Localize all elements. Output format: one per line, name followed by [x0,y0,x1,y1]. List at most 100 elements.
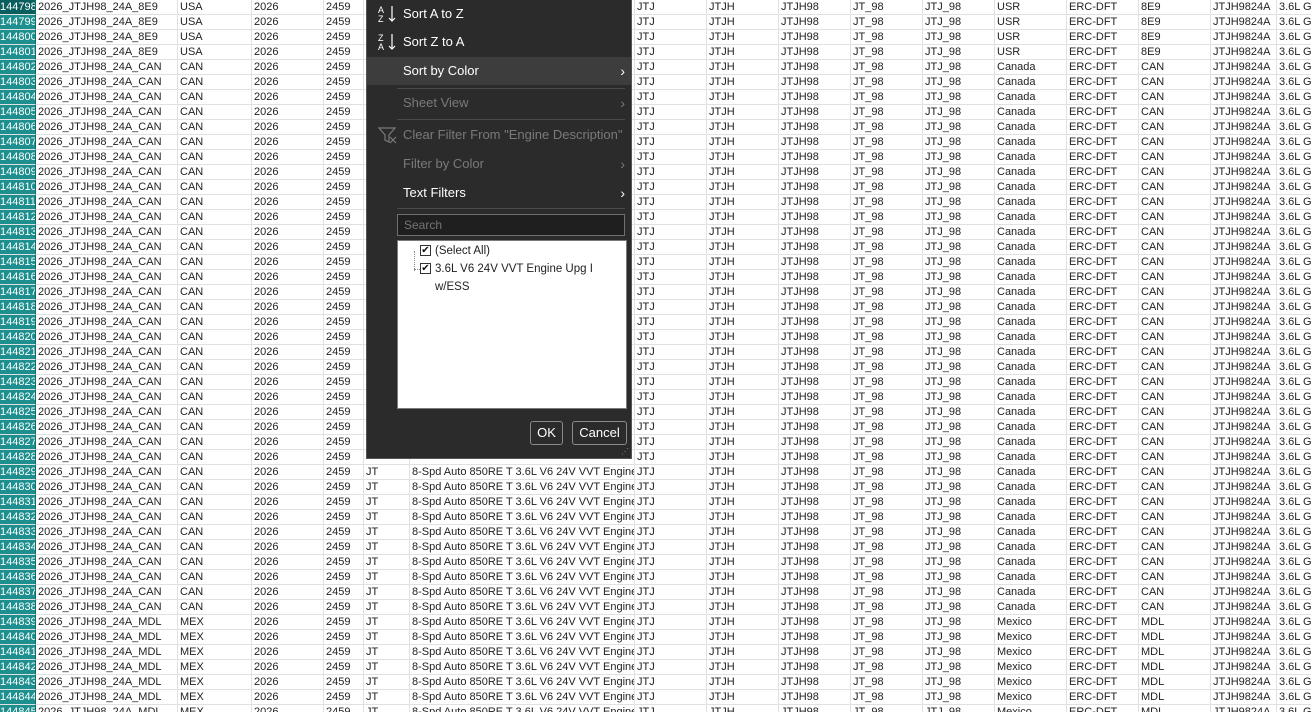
cell-erc[interactable]: ERC-DFT [1067,270,1139,285]
cell-jtj98[interactable]: JTJ_98 [923,120,995,135]
cell-region[interactable]: Canada [995,270,1067,285]
cell-country[interactable]: CAN [178,105,252,120]
sort-by-color-item[interactable]: Sort by Color › [367,57,631,85]
cell-engine-description[interactable]: 8-Spd Auto 850RE T 3.6L V6 24V VVT Engin… [410,600,635,615]
cell-country[interactable]: CAN [178,165,252,180]
cell-jtj98[interactable]: JTJ_98 [923,315,995,330]
cell-package-code[interactable]: 2026_JTJH98_24A_CAN [36,60,178,75]
cell-year[interactable]: 2026 [252,255,324,270]
cell-package-code[interactable]: 2026_JTJH98_24A_CAN [36,195,178,210]
select-all-item[interactable]: ✔ (Select All) [398,242,626,260]
cell-market[interactable]: CAN [1139,525,1211,540]
cell-year[interactable]: 2026 [252,30,324,45]
cell-jtjh[interactable]: JTJH [707,360,779,375]
cell-erc[interactable]: ERC-DFT [1067,300,1139,315]
cell-code[interactable]: 2459 [324,675,364,690]
cell-model[interactable]: JTJH9824A [1211,120,1277,135]
cell-jtjh[interactable]: JTJH [707,495,779,510]
cell-market[interactable]: CAN [1139,345,1211,360]
cell-package-code[interactable]: 2026_JTJH98_24A_MDL [36,645,178,660]
cell-jtjh98[interactable]: JTJH98 [779,45,851,60]
cell-country[interactable]: CAN [178,390,252,405]
cell-engine-description[interactable]: 8-Spd Auto 850RE T 3.6L V6 24V VVT Engin… [410,480,635,495]
cell-package-code[interactable]: 2026_JTJH98_24A_CAN [36,390,178,405]
cell-jtjh98[interactable]: JTJH98 [779,270,851,285]
cell-erc[interactable]: ERC-DFT [1067,75,1139,90]
cell-country[interactable]: CAN [178,255,252,270]
cell-code[interactable]: 2459 [324,15,364,30]
row-header[interactable]: 144803 [0,75,36,90]
cell-engine[interactable]: 3.6L G [1277,360,1311,375]
cell-jtjh98[interactable]: JTJH98 [779,585,851,600]
cell-jtj[interactable]: JTJ [635,330,707,345]
cell-year[interactable]: 2026 [252,270,324,285]
cell-jtjh98[interactable]: JTJH98 [779,450,851,465]
cell-code[interactable]: 2459 [324,165,364,180]
cell-jtj98[interactable]: JTJ_98 [923,330,995,345]
cell-region[interactable]: Canada [995,540,1067,555]
cell-engine[interactable]: 3.6L G [1277,600,1311,615]
cell-jtjh98[interactable]: JTJH98 [779,210,851,225]
cell-country[interactable]: USA [178,30,252,45]
table-row[interactable]: 144816 2026_JTJH98_24A_CAN CAN 2026 2459 JTJ J… [0,270,1311,285]
cell-model[interactable]: JTJH9824A [1211,210,1277,225]
filter-search-input[interactable] [397,214,625,236]
cell-code[interactable]: 2459 [324,150,364,165]
cell-jtjh98[interactable]: JTJH98 [779,555,851,570]
cell-region[interactable]: Mexico [995,690,1067,705]
cell-code[interactable]: 2459 [324,600,364,615]
row-header[interactable]: 144823 [0,375,36,390]
cell-country[interactable]: USA [178,45,252,60]
cell-year[interactable]: 2026 [252,690,324,705]
cell-jtjh[interactable]: JTJH [707,330,779,345]
cell-model[interactable]: JTJH9824A [1211,330,1277,345]
cell-erc[interactable]: ERC-DFT [1067,390,1139,405]
cell-package-code[interactable]: 2026_JTJH98_24A_MDL [36,675,178,690]
filter-value-checkbox[interactable]: ✔ [420,263,431,274]
cell-engine-description[interactable]: 8-Spd Auto 850RE T 3.6L V6 24V VVT Engin… [410,630,635,645]
cell-engine[interactable]: 3.6L G [1277,30,1311,45]
cell-abbrev[interactable]: JT [364,675,410,690]
cell-code[interactable]: 2459 [324,525,364,540]
cell-country[interactable]: CAN [178,405,252,420]
cell-erc[interactable]: ERC-DFT [1067,375,1139,390]
cell-market[interactable]: CAN [1139,405,1211,420]
row-header[interactable]: 144827 [0,435,36,450]
cell-country[interactable]: MEX [178,630,252,645]
cell-erc[interactable]: ERC-DFT [1067,180,1139,195]
cell-code[interactable]: 2459 [324,555,364,570]
row-header[interactable]: 144817 [0,285,36,300]
cell-package-code[interactable]: 2026_JTJH98_24A_CAN [36,105,178,120]
cell-jtj98[interactable]: JTJ_98 [923,150,995,165]
table-row[interactable]: 144815 2026_JTJH98_24A_CAN CAN 2026 2459 JTJ J… [0,255,1311,270]
cell-region[interactable]: Canada [995,105,1067,120]
cell-market[interactable]: CAN [1139,150,1211,165]
cell-model[interactable]: JTJH9824A [1211,75,1277,90]
cell-region[interactable]: Canada [995,180,1067,195]
cell-jtj98[interactable]: JTJ_98 [923,225,995,240]
cell-code[interactable]: 2459 [324,405,364,420]
cell-year[interactable]: 2026 [252,660,324,675]
cell-market[interactable]: CAN [1139,600,1211,615]
cell-jtjh[interactable]: JTJH [707,150,779,165]
row-header[interactable]: 144832 [0,510,36,525]
cell-year[interactable]: 2026 [252,420,324,435]
cell-engine-description[interactable]: 8-Spd Auto 850RE T 3.6L V6 24V VVT Engin… [410,690,635,705]
cell-model[interactable]: JTJH9824A [1211,570,1277,585]
row-header[interactable]: 144834 [0,540,36,555]
cell-jtj98[interactable]: JTJ_98 [923,270,995,285]
cell-country[interactable]: CAN [178,60,252,75]
table-row[interactable]: 144832 2026_JTJH98_24A_CAN CAN 2026 2459 JT 8-… [0,510,1311,525]
cell-year[interactable]: 2026 [252,480,324,495]
cell-model[interactable]: JTJH9824A [1211,435,1277,450]
cell-jtjh[interactable]: JTJH [707,210,779,225]
cell-abbrev[interactable]: JT [364,570,410,585]
cell-code[interactable]: 2459 [324,360,364,375]
cell-jt98[interactable]: JT_98 [851,705,923,712]
cell-jt98[interactable]: JT_98 [851,585,923,600]
cell-code[interactable]: 2459 [324,90,364,105]
cell-jtjh98[interactable]: JTJH98 [779,255,851,270]
cell-jtjh98[interactable]: JTJH98 [779,300,851,315]
cell-jtj98[interactable]: JTJ_98 [923,240,995,255]
table-row[interactable]: 144835 2026_JTJH98_24A_CAN CAN 2026 2459 JT 8-… [0,555,1311,570]
